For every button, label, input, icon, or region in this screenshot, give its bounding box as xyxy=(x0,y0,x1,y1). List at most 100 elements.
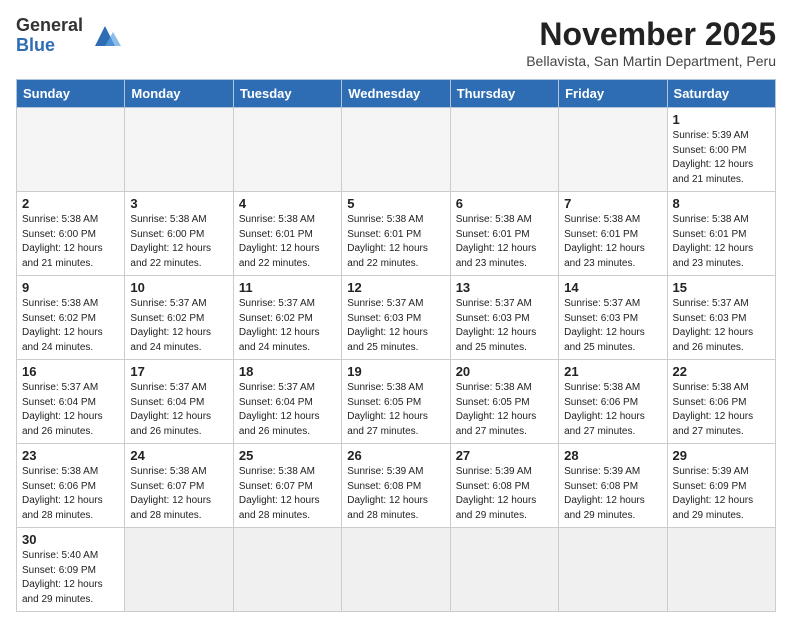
day-info: Sunrise: 5:37 AM Sunset: 6:03 PM Dayligh… xyxy=(347,297,444,355)
day-number: 28 xyxy=(564,448,661,463)
day-number: 14 xyxy=(564,280,661,295)
calendar-day-cell: 18 Sunrise: 5:37 AM Sunset: 6:04 PM Dayli… xyxy=(233,360,341,444)
calendar-day-cell: 29Sunrise: 5:39 AM Sunset: 6:09 PM Dayli… xyxy=(667,444,775,528)
day-number: 5 xyxy=(347,196,444,211)
day-info: Sunrise: 5:38 AM Sunset: 6:00 PM Dayligh… xyxy=(130,213,227,271)
calendar-day-cell: 19 Sunrise: 5:38 AM Sunset: 6:05 PM Dayli… xyxy=(342,360,450,444)
calendar-week-row: 1Sunrise: 5:39 AM Sunset: 6:00 PM Daylig… xyxy=(17,108,776,192)
day-info: Sunrise: 5:38 AM Sunset: 6:01 PM Dayligh… xyxy=(239,213,336,271)
calendar-day-cell: 17Sunrise: 5:37 AM Sunset: 6:04 PM Dayli… xyxy=(125,360,233,444)
weekday-header-cell: Friday xyxy=(559,80,667,108)
day-info: Sunrise: 5:39 AM Sunset: 6:08 PM Dayligh… xyxy=(564,465,661,523)
logo-text: GeneralBlue xyxy=(16,16,83,56)
calendar-day-cell xyxy=(233,108,341,192)
day-info: Sunrise: 5:38 AM Sunset: 6:07 PM Dayligh… xyxy=(130,465,227,523)
calendar-week-row: 9Sunrise: 5:38 AM Sunset: 6:02 PM Daylig… xyxy=(17,276,776,360)
calendar-day-cell: 7 Sunrise: 5:38 AM Sunset: 6:01 PM Daylig… xyxy=(559,192,667,276)
day-number: 7 xyxy=(564,196,661,211)
day-number: 19 xyxy=(347,364,444,379)
calendar-day-cell xyxy=(667,528,775,612)
calendar-day-cell: 3Sunrise: 5:38 AM Sunset: 6:00 PM Daylig… xyxy=(125,192,233,276)
day-info: Sunrise: 5:38 AM Sunset: 6:01 PM Dayligh… xyxy=(347,213,444,271)
calendar-day-cell: 22Sunrise: 5:38 AM Sunset: 6:06 PM Dayli… xyxy=(667,360,775,444)
month-title: November 2025 xyxy=(526,16,776,53)
day-info: Sunrise: 5:38 AM Sunset: 6:05 PM Dayligh… xyxy=(456,381,553,439)
calendar-day-cell: 21Sunrise: 5:38 AM Sunset: 6:06 PM Dayli… xyxy=(559,360,667,444)
calendar-week-row: 30Sunrise: 5:40 AM Sunset: 6:09 PM Dayli… xyxy=(17,528,776,612)
weekday-header-cell: Monday xyxy=(125,80,233,108)
calendar-day-cell: 24Sunrise: 5:38 AM Sunset: 6:07 PM Dayli… xyxy=(125,444,233,528)
calendar-day-cell xyxy=(233,528,341,612)
day-number: 16 xyxy=(22,364,119,379)
calendar-body: 1Sunrise: 5:39 AM Sunset: 6:00 PM Daylig… xyxy=(17,108,776,612)
calendar-day-cell xyxy=(450,528,558,612)
calendar-day-cell xyxy=(125,528,233,612)
day-number: 25 xyxy=(239,448,336,463)
day-number: 10 xyxy=(130,280,227,295)
day-number: 29 xyxy=(673,448,770,463)
day-number: 18 xyxy=(239,364,336,379)
calendar-day-cell xyxy=(17,108,125,192)
day-number: 13 xyxy=(456,280,553,295)
weekday-header-cell: Saturday xyxy=(667,80,775,108)
day-info: Sunrise: 5:37 AM Sunset: 6:04 PM Dayligh… xyxy=(22,381,119,439)
day-number: 6 xyxy=(456,196,553,211)
calendar-day-cell xyxy=(342,108,450,192)
calendar-day-cell xyxy=(559,108,667,192)
calendar-day-cell: 6Sunrise: 5:38 AM Sunset: 6:01 PM Daylig… xyxy=(450,192,558,276)
calendar-day-cell: 25 Sunrise: 5:38 AM Sunset: 6:07 PM Dayli… xyxy=(233,444,341,528)
day-number: 11 xyxy=(239,280,336,295)
calendar-day-cell xyxy=(342,528,450,612)
calendar-day-cell: 14Sunrise: 5:37 AM Sunset: 6:03 PM Dayli… xyxy=(559,276,667,360)
day-number: 30 xyxy=(22,532,119,547)
day-info: Sunrise: 5:38 AM Sunset: 6:06 PM Dayligh… xyxy=(673,381,770,439)
day-number: 8 xyxy=(673,196,770,211)
calendar-week-row: 2Sunrise: 5:38 AM Sunset: 6:00 PM Daylig… xyxy=(17,192,776,276)
calendar-day-cell: 15Sunrise: 5:37 AM Sunset: 6:03 PM Dayli… xyxy=(667,276,775,360)
day-number: 23 xyxy=(22,448,119,463)
calendar-day-cell: 26 Sunrise: 5:39 AM Sunset: 6:08 PM Dayli… xyxy=(342,444,450,528)
day-number: 27 xyxy=(456,448,553,463)
calendar-day-cell: 13 Sunrise: 5:37 AM Sunset: 6:03 PM Dayli… xyxy=(450,276,558,360)
calendar-week-row: 16 Sunrise: 5:37 AM Sunset: 6:04 PM Dayli… xyxy=(17,360,776,444)
calendar-week-row: 23Sunrise: 5:38 AM Sunset: 6:06 PM Dayli… xyxy=(17,444,776,528)
calendar-day-cell: 11 Sunrise: 5:37 AM Sunset: 6:02 PM Dayli… xyxy=(233,276,341,360)
calendar-day-cell: 20 Sunrise: 5:38 AM Sunset: 6:05 PM Dayli… xyxy=(450,360,558,444)
logo-icon xyxy=(87,22,123,50)
calendar-day-cell xyxy=(559,528,667,612)
day-number: 26 xyxy=(347,448,444,463)
day-info: Sunrise: 5:38 AM Sunset: 6:02 PM Dayligh… xyxy=(22,297,119,355)
day-number: 4 xyxy=(239,196,336,211)
title-block: November 2025 Bellavista, San Martin Dep… xyxy=(526,16,776,69)
day-number: 1 xyxy=(673,112,770,127)
weekday-header-cell: Thursday xyxy=(450,80,558,108)
calendar-day-cell: 4 Sunrise: 5:38 AM Sunset: 6:01 PM Daylig… xyxy=(233,192,341,276)
calendar-day-cell: 2Sunrise: 5:38 AM Sunset: 6:00 PM Daylig… xyxy=(17,192,125,276)
day-info: Sunrise: 5:38 AM Sunset: 6:07 PM Dayligh… xyxy=(239,465,336,523)
day-info: Sunrise: 5:37 AM Sunset: 6:02 PM Dayligh… xyxy=(239,297,336,355)
day-info: Sunrise: 5:38 AM Sunset: 6:01 PM Dayligh… xyxy=(564,213,661,271)
day-number: 17 xyxy=(130,364,227,379)
day-info: Sunrise: 5:38 AM Sunset: 6:06 PM Dayligh… xyxy=(564,381,661,439)
calendar-day-cell: 28 Sunrise: 5:39 AM Sunset: 6:08 PM Dayli… xyxy=(559,444,667,528)
day-number: 20 xyxy=(456,364,553,379)
page-header: GeneralBlue November 2025 Bellavista, Sa… xyxy=(16,16,776,69)
day-info: Sunrise: 5:39 AM Sunset: 6:08 PM Dayligh… xyxy=(347,465,444,523)
logo: GeneralBlue xyxy=(16,16,123,56)
calendar-day-cell: 30Sunrise: 5:40 AM Sunset: 6:09 PM Dayli… xyxy=(17,528,125,612)
calendar-day-cell: 8Sunrise: 5:38 AM Sunset: 6:01 PM Daylig… xyxy=(667,192,775,276)
calendar-day-cell: 27 Sunrise: 5:39 AM Sunset: 6:08 PM Dayli… xyxy=(450,444,558,528)
day-info: Sunrise: 5:37 AM Sunset: 6:04 PM Dayligh… xyxy=(239,381,336,439)
day-info: Sunrise: 5:38 AM Sunset: 6:05 PM Dayligh… xyxy=(347,381,444,439)
weekday-header-cell: Sunday xyxy=(17,80,125,108)
calendar-day-cell: 5 Sunrise: 5:38 AM Sunset: 6:01 PM Daylig… xyxy=(342,192,450,276)
calendar-day-cell: 9Sunrise: 5:38 AM Sunset: 6:02 PM Daylig… xyxy=(17,276,125,360)
calendar-day-cell xyxy=(450,108,558,192)
calendar-table: SundayMondayTuesdayWednesdayThursdayFrid… xyxy=(16,79,776,612)
weekday-header-cell: Wednesday xyxy=(342,80,450,108)
day-info: Sunrise: 5:39 AM Sunset: 6:08 PM Dayligh… xyxy=(456,465,553,523)
day-number: 12 xyxy=(347,280,444,295)
weekday-header-row: SundayMondayTuesdayWednesdayThursdayFrid… xyxy=(17,80,776,108)
day-info: Sunrise: 5:37 AM Sunset: 6:03 PM Dayligh… xyxy=(456,297,553,355)
day-number: 15 xyxy=(673,280,770,295)
